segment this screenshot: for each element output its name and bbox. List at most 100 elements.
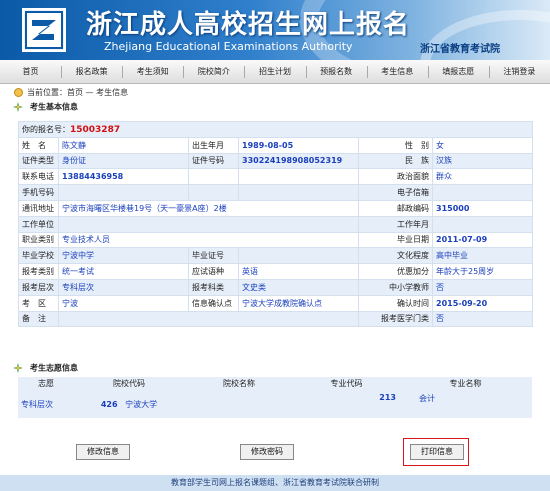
print-info-button[interactable]: 打印信息 bbox=[410, 444, 464, 460]
table-row: 手机号码 电子信箱 bbox=[18, 184, 534, 201]
major-name-cell: 会计 bbox=[399, 390, 532, 418]
confirm-time-value: 2015-09-20 bbox=[431, 294, 534, 312]
postcode-label: 邮政编码 bbox=[358, 199, 433, 217]
school-value: 宁波中学 bbox=[58, 247, 189, 265]
table-row: 联系电话 13884436958 政治面貌 群众 bbox=[18, 168, 534, 186]
table-row: 备 注 报考医学门类 否 bbox=[18, 310, 534, 328]
teacher-value: 否 bbox=[431, 278, 534, 296]
reg-no-value: 15003287 bbox=[70, 124, 121, 135]
table-row: 毕业学校 宁波中学 毕业证号 文化程度 高中毕业 bbox=[18, 247, 534, 265]
edu-value: 高中毕业 bbox=[431, 247, 534, 265]
nav-item-plan[interactable]: 招生计划 bbox=[244, 60, 305, 83]
leaf-icon bbox=[13, 102, 23, 112]
political-label: 政治面貌 bbox=[358, 168, 433, 186]
gender-label: 性 别 bbox=[358, 136, 433, 154]
table-row: 考 区 宁波 信息确认点 宁波大学成教院确认点 确认时间 2015-09-20 bbox=[18, 294, 534, 312]
empty-cell bbox=[238, 168, 359, 186]
ethnic-label: 民 族 bbox=[358, 152, 433, 170]
nav-item-fill-wish[interactable]: 填报志愿 bbox=[427, 60, 489, 83]
id-type-label: 证件类型 bbox=[18, 152, 59, 170]
level-label: 报考层次 bbox=[18, 278, 59, 296]
apply-type-label: 报考类别 bbox=[18, 263, 59, 280]
major-name-value: 会计 bbox=[419, 394, 435, 403]
lang-value: 英语 bbox=[238, 263, 359, 280]
name-value: 陈文静 bbox=[58, 136, 189, 154]
remark-value bbox=[58, 310, 359, 328]
bonus-value: 年龄大于25周岁 bbox=[431, 263, 534, 280]
teacher-label: 中小学教师 bbox=[358, 278, 433, 296]
confirm-site-label: 信息确认点 bbox=[188, 294, 239, 312]
remark-label: 备 注 bbox=[18, 310, 59, 328]
mobile-label: 手机号码 bbox=[18, 184, 59, 201]
medical-label: 报考医学门类 bbox=[358, 310, 433, 328]
logo-icon bbox=[22, 8, 66, 52]
email-label: 电子信箱 bbox=[358, 184, 433, 201]
level-value: 专科层次 bbox=[58, 278, 189, 296]
job-label: 职业类别 bbox=[18, 231, 59, 249]
major-name-col-header: 专业名称 bbox=[399, 377, 532, 390]
table-row: 证件类型 身份证 证件号码 330224198908052319 民 族 汉族 bbox=[18, 152, 534, 170]
wish-info-title: 考生志愿信息 bbox=[30, 363, 78, 373]
nav-item-candidate-info[interactable]: 考生信息 bbox=[366, 60, 428, 83]
nav-item-home[interactable]: 首页 bbox=[0, 60, 61, 83]
phone-value: 13884436958 bbox=[58, 168, 189, 186]
major-code-col-header: 专业代码 bbox=[294, 377, 399, 390]
employer-value bbox=[58, 215, 359, 233]
postcode-value: 315000 bbox=[431, 199, 534, 217]
birth-label: 出生年月 bbox=[188, 136, 239, 154]
address-label: 通讯地址 bbox=[18, 199, 59, 217]
table-row: 通讯地址 宁波市海曙区华楼巷19号（天一豪景A座）2楼 邮政编码 315000 bbox=[18, 199, 534, 217]
wish-table: 志愿 院校代码 院校名称 专业代码 专业名称 专科层次 426 宁波大学 213… bbox=[18, 377, 532, 418]
authority-name: 浙江省教育考试院 bbox=[420, 44, 500, 55]
edu-label: 文化程度 bbox=[358, 247, 433, 265]
address-value: 宁波市海曙区华楼巷19号（天一豪景A座）2楼 bbox=[58, 199, 359, 217]
id-no-label: 证件号码 bbox=[188, 152, 239, 170]
wish-info-heading: 考生志愿信息 bbox=[12, 362, 78, 374]
edit-password-button[interactable]: 修改密码 bbox=[240, 444, 294, 460]
table-row: 报考类别 统一考试 应试语种 英语 优惠加分 年龄大于25周岁 bbox=[18, 263, 534, 280]
leaf-icon bbox=[13, 363, 23, 373]
medical-value: 否 bbox=[431, 310, 534, 328]
subject-value: 文史类 bbox=[238, 278, 359, 296]
wish-col-header: 志愿 bbox=[18, 377, 74, 390]
empty-cell bbox=[188, 168, 239, 186]
college-cell: 426 宁波大学 bbox=[74, 390, 184, 418]
cert-value bbox=[238, 247, 359, 265]
birth-value: 1989-08-05 bbox=[238, 136, 359, 154]
nav-item-policy[interactable]: 报名政策 bbox=[61, 60, 122, 83]
apply-type-value: 统一考试 bbox=[58, 263, 189, 280]
grad-date-label: 毕业日期 bbox=[358, 231, 433, 249]
ethnic-value: 汉族 bbox=[431, 152, 534, 170]
edit-info-button[interactable]: 修改信息 bbox=[76, 444, 130, 460]
name-label: 姓 名 bbox=[18, 136, 59, 154]
empty-cell bbox=[188, 184, 239, 201]
site-footer: 教育部学生司网上报名课题组、浙江省教育考试院联合研制 bbox=[0, 475, 550, 491]
mobile-value bbox=[58, 184, 189, 201]
site-subtitle: Zhejiang Educational Examinations Author… bbox=[104, 40, 353, 53]
subject-label: 报考科类 bbox=[188, 278, 239, 296]
nav-item-prereg-count[interactable]: 预报名数 bbox=[305, 60, 367, 83]
major-cell: 213 bbox=[294, 390, 399, 418]
political-value: 群众 bbox=[431, 168, 534, 186]
empty-cell bbox=[238, 184, 359, 201]
nav-item-notice[interactable]: 考生须知 bbox=[122, 60, 183, 83]
logo-graphic bbox=[25, 11, 63, 49]
reg-no-cell: 你的报名号：15003287 bbox=[17, 121, 534, 138]
site-title: 浙江成人高校招生网上报名 bbox=[86, 10, 411, 40]
empty-cell bbox=[184, 390, 294, 418]
college-code-value: 426 bbox=[100, 399, 118, 409]
table-row: 专科层次 426 宁波大学 213 会计 bbox=[18, 390, 532, 418]
table-row: 工作单位 工作年月 bbox=[18, 215, 534, 233]
wish-level-value: 专科层次 bbox=[18, 390, 74, 418]
location-icon bbox=[14, 88, 23, 97]
bonus-label: 优惠加分 bbox=[358, 263, 433, 280]
basic-info-table: 你的报名号：15003287 姓 名 陈文静 出生年月 1989-08-05 性… bbox=[17, 121, 534, 328]
exam-area-label: 考 区 bbox=[18, 294, 59, 312]
main-nav: 首页 报名政策 考生须知 院校简介 招生计划 预报名数 考生信息 填报志愿 注销… bbox=[0, 60, 550, 84]
college-code-col-header: 院校代码 bbox=[74, 377, 184, 390]
major-code-value: 213 bbox=[379, 393, 396, 402]
basic-info-heading: 考生基本信息 bbox=[12, 101, 78, 113]
nav-item-logout[interactable]: 注销登录 bbox=[488, 60, 550, 83]
id-type-value: 身份证 bbox=[58, 152, 189, 170]
nav-item-colleges[interactable]: 院校简介 bbox=[183, 60, 244, 83]
